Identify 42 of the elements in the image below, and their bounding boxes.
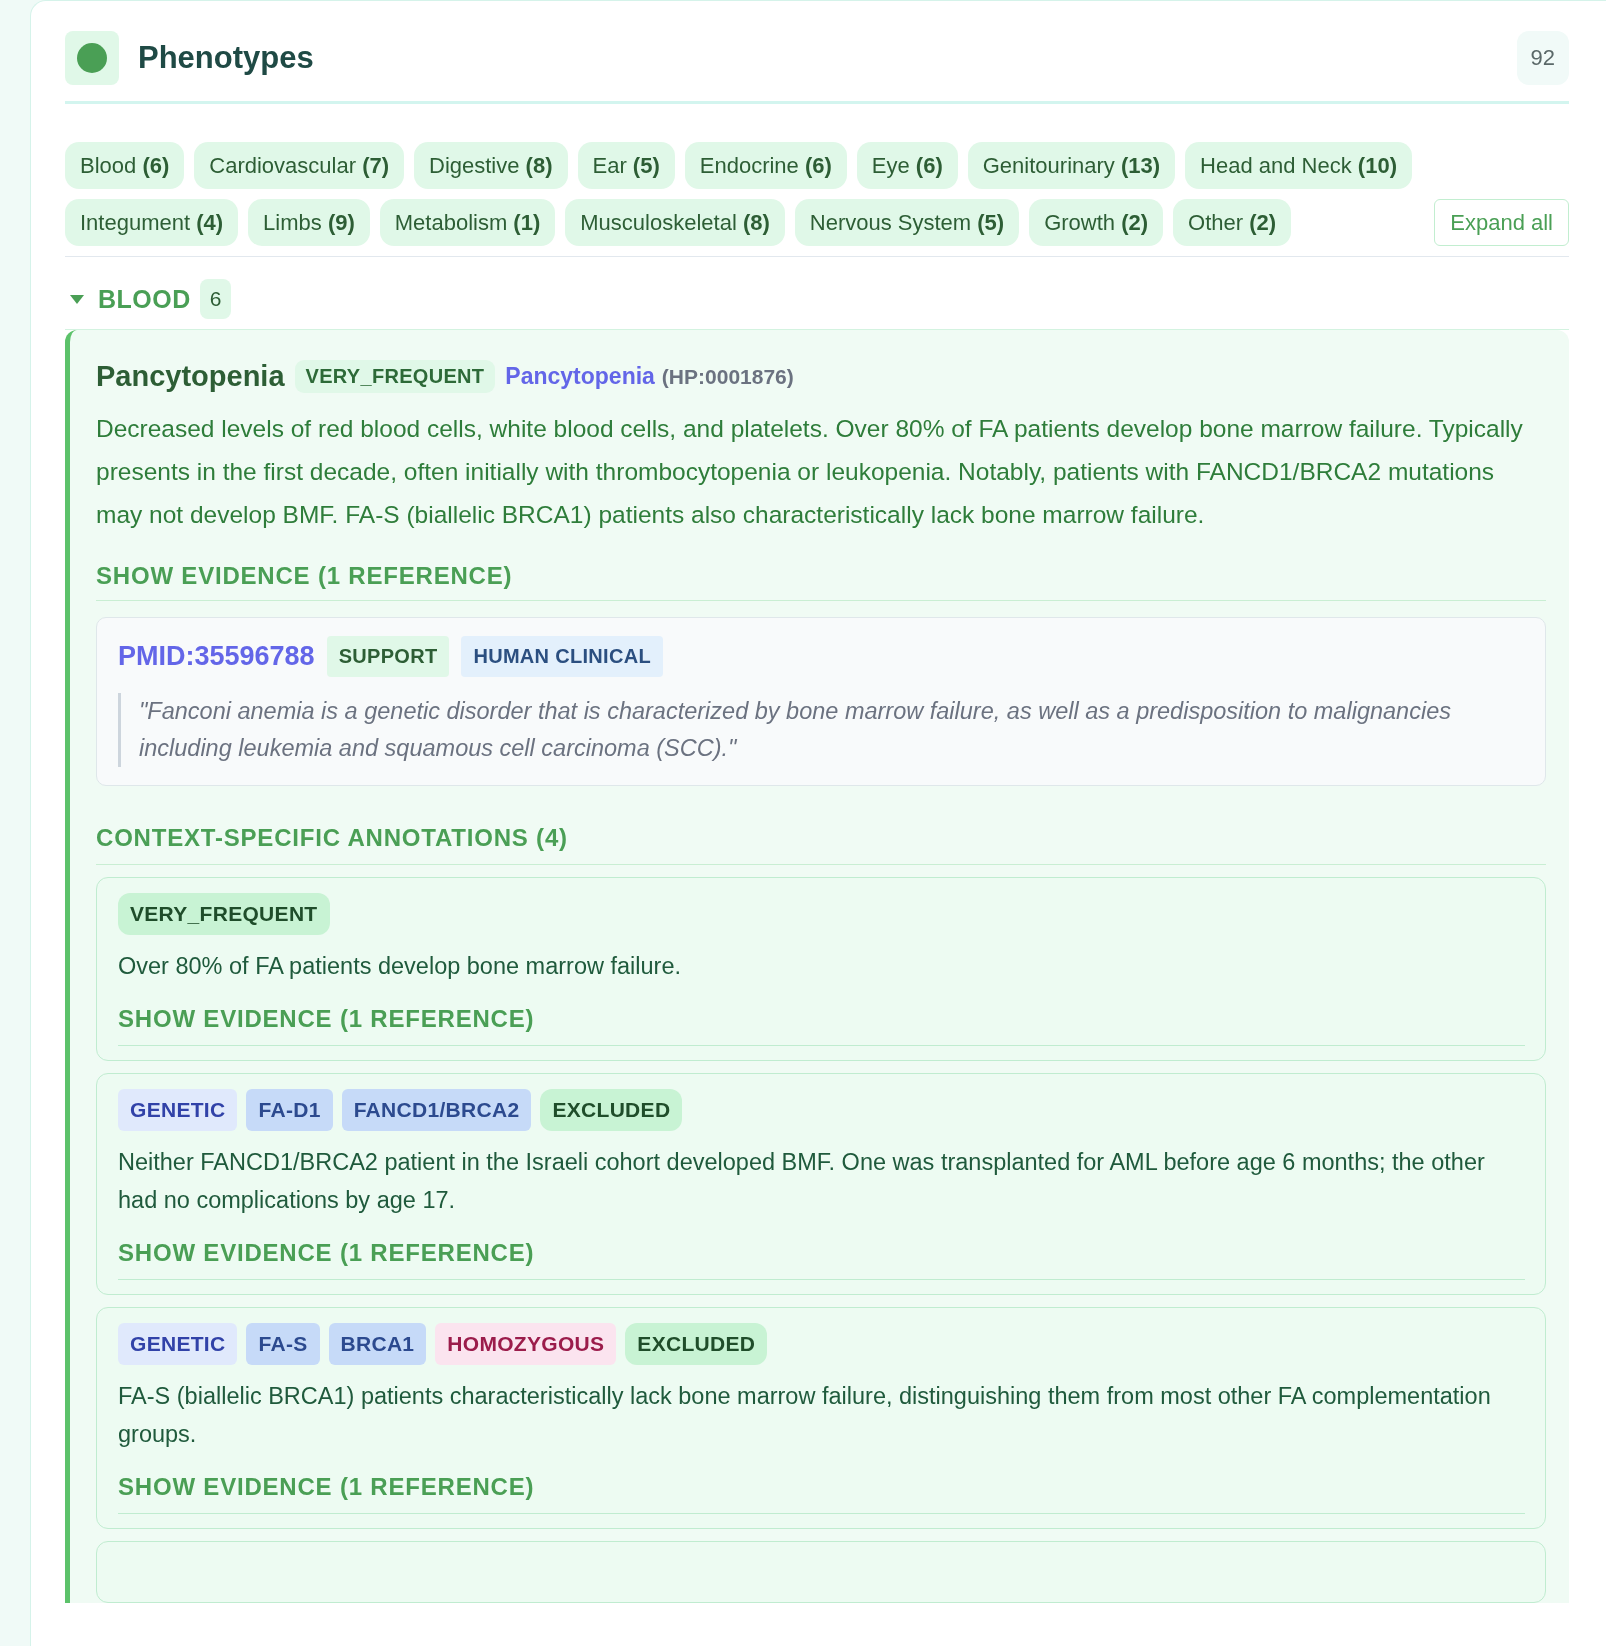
category-filter-chip[interactable]: Integument (4) [65, 199, 239, 246]
frequency-tag: VERY_FREQUENT [294, 360, 496, 393]
annotation-tag: FA-D1 [246, 1089, 333, 1131]
category-filter-chip[interactable]: Other (2) [1173, 199, 1292, 246]
annotation-tag: BRCA1 [328, 1323, 427, 1365]
annotation-tag: EXCLUDED [625, 1323, 768, 1365]
hpo-term-link[interactable]: Pancytopenia [505, 363, 655, 390]
annotation-tag: FA-S [246, 1323, 320, 1365]
category-filter-chip[interactable]: Metabolism (1) [379, 199, 556, 246]
phenotype-description: Decreased levels of red blood cells, white blood cells, and platelets. Over 80% of FA patients develop bone marrow failure. Typically presents in the first decade, often initially with thrombocytopenia or leukopenia. Notably, patients with FANCD1/BRCA2 mutations may not develop BMF. FA-S (biallelic BRCA1) patients also characteristically lack bone marrow failure. [96, 414, 1524, 530]
category-filter-chip[interactable]: Nervous System (5) [794, 199, 1020, 246]
pmid-link[interactable]: PMID:35596788 [118, 641, 315, 672]
evidence-tag: HUMAN CLINICAL [461, 636, 663, 677]
caret-icon[interactable] [70, 294, 84, 304]
hpo-term-id: (HP:0001876) [661, 364, 794, 389]
category-filter-chip[interactable]: Eye (6) [856, 142, 958, 189]
annotation-tag: GENETIC [118, 1323, 238, 1365]
section-count: 6 [199, 279, 232, 319]
annotation-text: Neither FANCD1/BRCA2 patient in the Israeli cohort developed BMF. One was transplanted for AML before age 6 months; the other had no complications by age 17. [118, 1148, 1486, 1215]
category-filter-chip[interactable]: Head and Neck (10) [1185, 142, 1412, 189]
category-filter-chip[interactable]: Digestive (8) [414, 142, 568, 189]
annotation-text: FA-S (biallelic BRCA1) patients characteristically lack bone marrow failure, distinguishing them from most other FA complementation groups. [118, 1382, 1492, 1449]
category-filter-chip[interactable]: Blood (6) [65, 142, 185, 189]
annotation-tag: EXCLUDED [540, 1089, 683, 1131]
evidence-tag: SUPPORT [326, 636, 450, 677]
annotation-tag: FANCD1/BRCA2 [341, 1089, 532, 1131]
annotations-heading: CONTEXT-SPECIFIC ANNOTATIONS (4) [96, 824, 1546, 865]
panel-title: Phenotypes [138, 40, 314, 76]
category-filter-chip[interactable]: Genitourinary (13) [967, 142, 1176, 189]
category-filter-chip[interactable]: Growth (2) [1029, 199, 1164, 246]
annotation-tag: GENETIC [118, 1089, 238, 1131]
total-count: 92 [1516, 31, 1569, 85]
category-filter-chip[interactable]: Endocrine (6) [684, 142, 847, 189]
category-filter-chip[interactable]: Ear (5) [577, 142, 675, 189]
annotation-tag: HOMOZYGOUS [435, 1323, 617, 1365]
evidence-quote: "Fanconi anemia is a genetic disorder that is characterized by bone marrow failure, as well as a predisposition to malignancies including leukemia and squamous cell carcinoma (SCC)." [118, 693, 1525, 767]
category-filter-chip[interactable]: Limbs (9) [248, 199, 370, 246]
annotation-text: Over 80% of FA patients develop bone marrow failure. [118, 952, 682, 981]
phenotype-name: Pancytopenia [96, 360, 285, 393]
category-filter-chip[interactable]: Musculoskeletal (8) [565, 199, 785, 246]
annotation-tag: VERY_FREQUENT [118, 893, 330, 935]
category-filter-chip[interactable]: Cardiovascular (7) [194, 142, 404, 189]
